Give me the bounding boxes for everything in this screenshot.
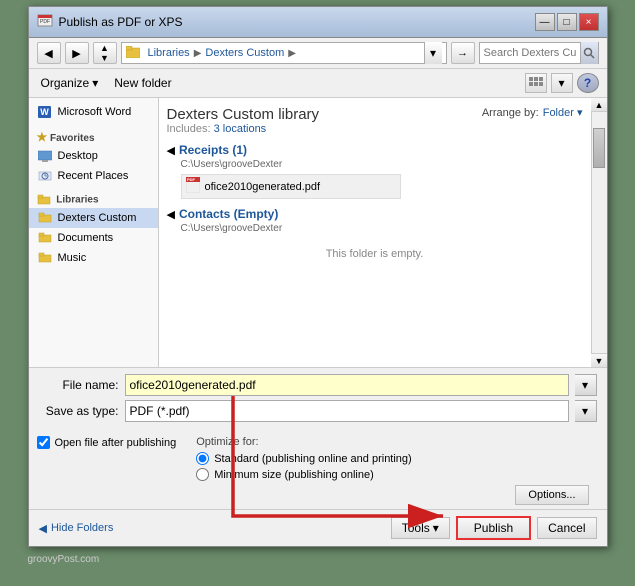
- options-row: Open file after publishing Optimize for:…: [29, 432, 607, 509]
- search-input[interactable]: [480, 47, 580, 59]
- svg-text:PDF: PDF: [187, 177, 196, 182]
- main-area: W Microsoft Word ★ Favorites Deskto: [29, 98, 607, 368]
- file-name-label: File name:: [39, 378, 119, 392]
- scroll-thumb[interactable]: [593, 128, 605, 168]
- tools-button[interactable]: Tools ▾: [391, 517, 450, 539]
- save-type-input[interactable]: [125, 400, 569, 422]
- sidebar-item-dexters[interactable]: Dexters Custom: [29, 208, 158, 228]
- save-type-label: Save as type:: [39, 404, 119, 418]
- scrollbar[interactable]: ▲ ▼: [591, 98, 607, 367]
- radio-minimum-label: Minimum size (publishing online): [214, 469, 374, 481]
- folder-receipts: ◀ Receipts (1) C:\Users\grooveDexter PDF: [167, 143, 583, 199]
- help-button[interactable]: ?: [577, 73, 599, 93]
- library-title: Dexters Custom library: [167, 106, 320, 123]
- refresh-button[interactable]: →: [451, 42, 475, 64]
- dialog-icon: PDF: [37, 14, 53, 30]
- documents-icon: [37, 231, 53, 245]
- arrange-by: Arrange by: Folder ▾: [482, 106, 583, 119]
- cancel-button[interactable]: Cancel: [537, 517, 596, 539]
- library-sub: Includes: 3 locations: [167, 123, 320, 135]
- library-header: Dexters Custom library Includes: 3 locat…: [167, 106, 583, 135]
- radio-minimum-input[interactable]: [196, 468, 209, 481]
- up-button[interactable]: ▲▼: [93, 42, 117, 64]
- word-icon: W: [37, 105, 53, 119]
- watermark: groovyPost.com: [28, 554, 100, 565]
- pdf-icon: PDF: [186, 177, 200, 196]
- radio-standard: Standard (publishing online and printing…: [196, 452, 598, 465]
- back-button[interactable]: ◀: [37, 42, 61, 64]
- file-name-input[interactable]: [125, 374, 569, 396]
- file-list: Dexters Custom library Includes: 3 locat…: [159, 98, 591, 367]
- file-item-pdf[interactable]: PDF ofice2010generated.pdf: [181, 174, 401, 199]
- publish-button[interactable]: Publish: [456, 516, 531, 540]
- breadcrumb-dropdown[interactable]: ▾: [424, 42, 442, 64]
- file-name: ofice2010generated.pdf: [205, 181, 321, 193]
- sidebar-item-documents[interactable]: Documents: [29, 228, 158, 248]
- file-name-row: File name: ▾: [39, 374, 597, 396]
- file-name-dropdown[interactable]: ▾: [575, 374, 597, 396]
- dialog-title: Publish as PDF or XPS: [59, 15, 183, 29]
- music-icon: [37, 251, 53, 265]
- content-area: Dexters Custom library Includes: 3 locat…: [159, 98, 607, 367]
- bottom-bar: ◀ Hide Folders Tools ▾ Publish Cancel: [29, 509, 607, 546]
- scroll-down-button[interactable]: ▼: [591, 353, 607, 367]
- sidebar-item-recent[interactable]: Recent Places: [29, 166, 158, 186]
- optimize-area: Optimize for: Standard (publishing onlin…: [196, 436, 598, 505]
- form-area: File name: ▾ Save as type: ▾: [29, 368, 607, 432]
- breadcrumb-bar: Libraries ▶ Dexters Custom ▶ ▾: [121, 42, 447, 64]
- bottom-right: Tools ▾ Publish Cancel: [391, 516, 597, 540]
- radio-minimum: Minimum size (publishing online): [196, 468, 598, 481]
- folder-contacts: ◀ Contacts (Empty) C:\Users\grooveDexter…: [167, 207, 583, 270]
- search-button[interactable]: [580, 42, 598, 64]
- toolbar: Organize ▾ New folder: [29, 69, 607, 98]
- maximize-button[interactable]: □: [557, 13, 577, 31]
- scroll-up-button[interactable]: ▲: [591, 98, 607, 112]
- sidebar-section-favorites: ★ Favorites: [29, 128, 158, 146]
- title-bar: PDF Publish as PDF or XPS — □ ×: [29, 7, 607, 38]
- sidebar-item-word[interactable]: W Microsoft Word: [29, 102, 158, 122]
- svg-text:PDF: PDF: [40, 19, 50, 25]
- view-more-button[interactable]: ▾: [551, 73, 573, 93]
- sidebar: W Microsoft Word ★ Favorites Deskto: [29, 98, 159, 367]
- breadcrumb-libraries[interactable]: Libraries: [148, 47, 190, 59]
- folder-contacts-header[interactable]: ◀ Contacts (Empty): [167, 207, 583, 221]
- hide-folders-button[interactable]: ◀ Hide Folders: [39, 522, 114, 535]
- dexters-folder-icon: [37, 211, 53, 225]
- sidebar-section-libraries: Libraries: [29, 192, 158, 208]
- save-type-dropdown[interactable]: ▾: [575, 400, 597, 422]
- open-after-publish-area: Open file after publishing: [37, 436, 177, 449]
- sidebar-item-music[interactable]: Music: [29, 248, 158, 268]
- nav-bar: ◀ ▶ ▲▼ Libraries ▶ Dexters Custom ▶ ▾ →: [29, 38, 607, 69]
- desktop-icon: [37, 149, 53, 163]
- save-type-row: Save as type: ▾: [39, 400, 597, 422]
- new-folder-button[interactable]: New folder: [110, 74, 175, 92]
- radio-standard-label: Standard (publishing online and printing…: [214, 453, 412, 465]
- breadcrumb-custom[interactable]: Dexters Custom: [205, 47, 284, 59]
- open-after-publish-checkbox[interactable]: [37, 436, 50, 449]
- radio-standard-input[interactable]: [196, 452, 209, 465]
- close-button[interactable]: ×: [579, 13, 599, 31]
- view-options-button[interactable]: [525, 73, 547, 93]
- optimize-label: Optimize for:: [196, 436, 598, 448]
- options-button[interactable]: Options...: [515, 485, 588, 505]
- search-bar: [479, 42, 599, 64]
- locations-link[interactable]: 3 locations: [214, 123, 267, 135]
- arrange-by-dropdown[interactable]: Folder ▾: [543, 106, 583, 119]
- recent-icon: [37, 169, 53, 183]
- organize-button[interactable]: Organize ▾: [37, 74, 103, 92]
- open-after-publish-label: Open file after publishing: [55, 437, 177, 449]
- minimize-button[interactable]: —: [535, 13, 555, 31]
- folder-contacts-path: C:\Users\grooveDexter: [181, 223, 583, 234]
- folder-receipts-header[interactable]: ◀ Receipts (1): [167, 143, 583, 157]
- sidebar-item-desktop[interactable]: Desktop: [29, 146, 158, 166]
- folder-contacts-empty: This folder is empty.: [167, 238, 583, 270]
- forward-button[interactable]: ▶: [65, 42, 89, 64]
- folder-receipts-path: C:\Users\grooveDexter: [181, 159, 583, 170]
